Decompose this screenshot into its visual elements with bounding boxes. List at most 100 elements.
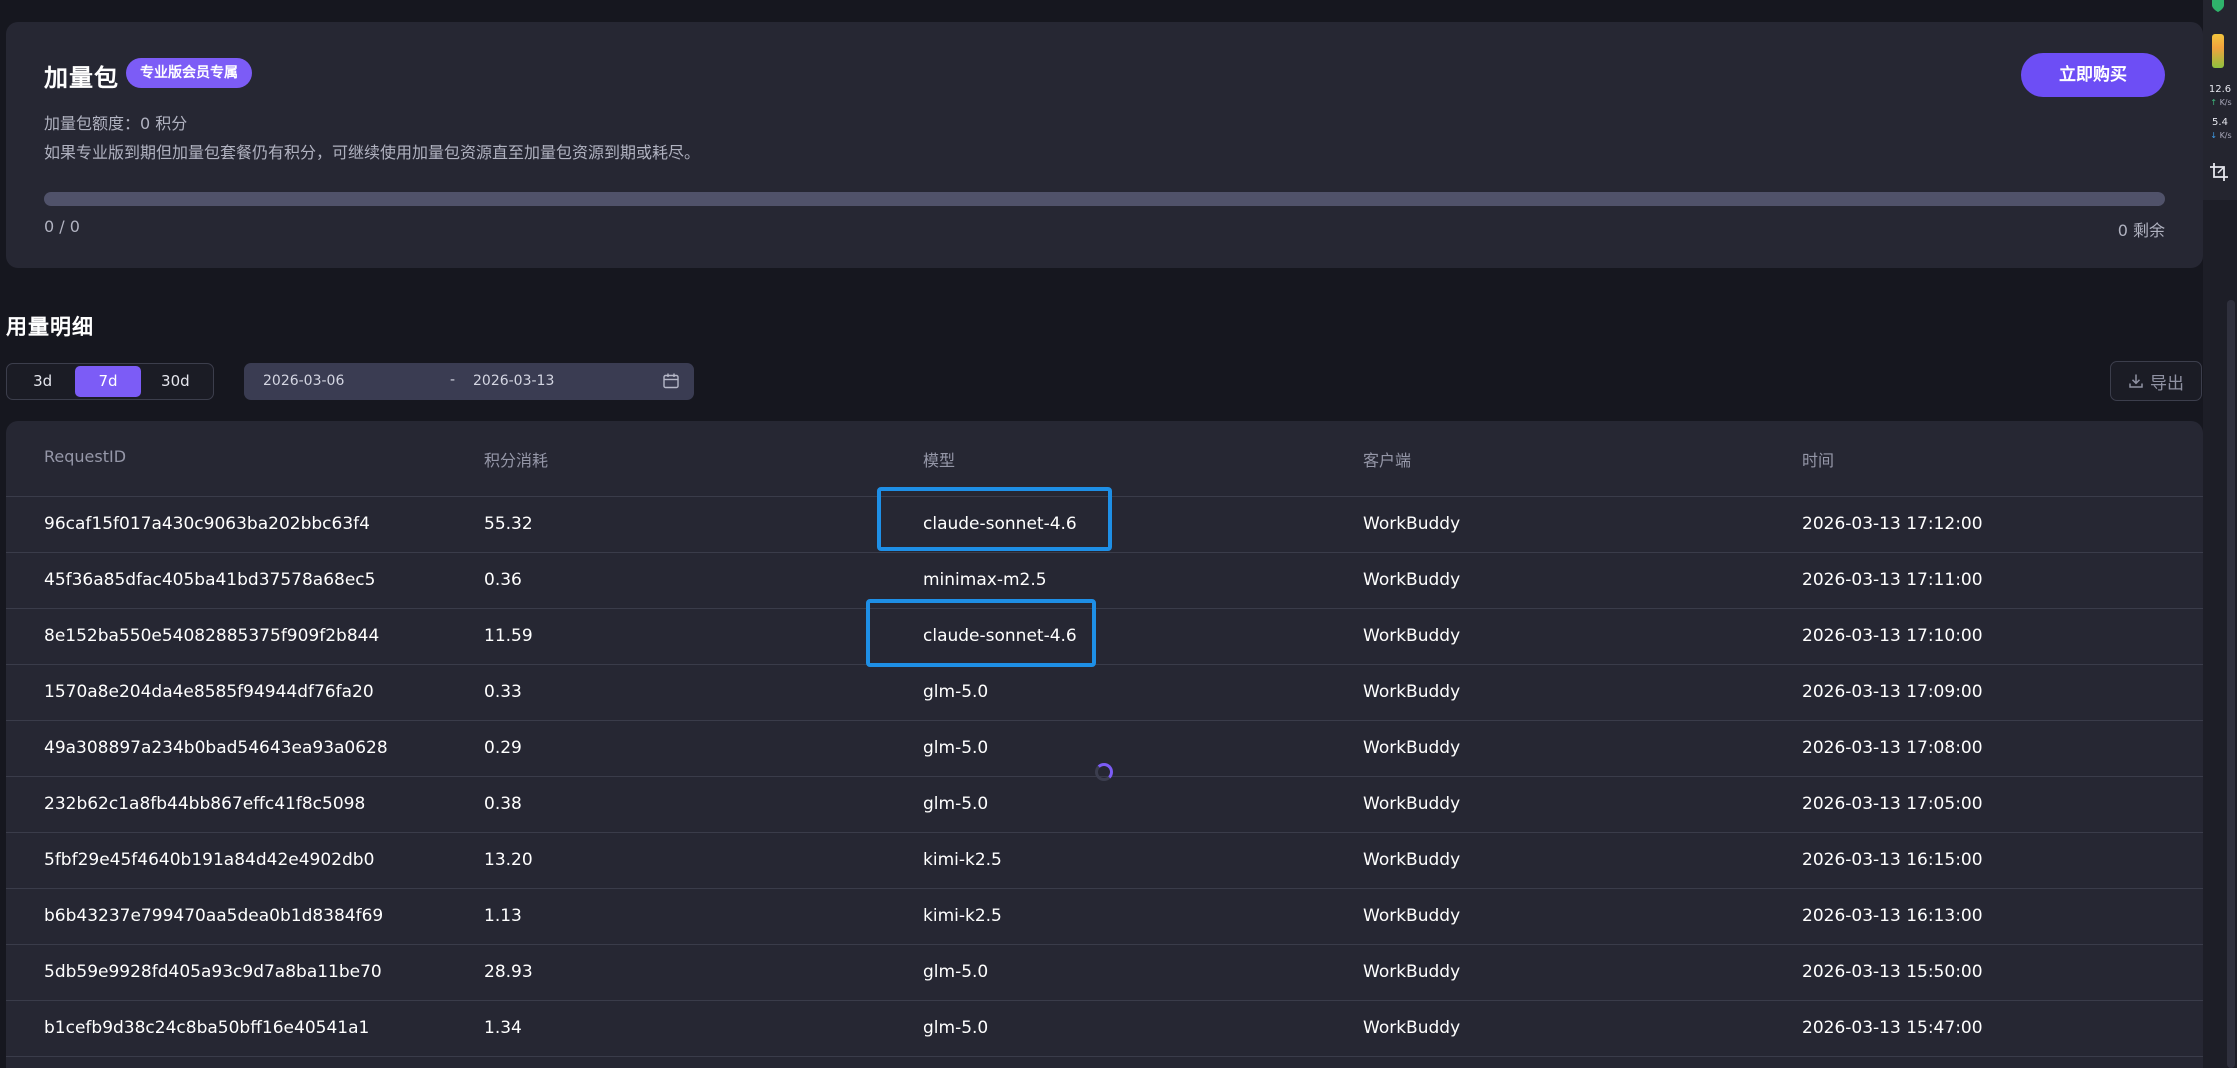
credits-cell: 0.33 (484, 682, 522, 702)
time-cell: 2026-03-13 17:10:00 (1802, 626, 1983, 646)
time-cell: 2026-03-13 15:50:00 (1802, 962, 1983, 982)
date-end-value[interactable]: 2026-03-13 (473, 373, 554, 389)
time-cell: 2026-03-13 17:05:00 (1802, 794, 1983, 814)
addon-quota-text: 加量包额度：0 积分 (44, 114, 188, 133)
client-cell: WorkBuddy (1363, 794, 1461, 814)
request-id-cell: 96caf15f017a430c9063ba202bbc63f4 (44, 514, 370, 534)
time-cell: 2026-03-13 15:47:00 (1802, 1018, 1983, 1038)
progress-remaining-text: 0 剩余 (2117, 221, 2165, 240)
upload-speed-value: 12.6 (2208, 84, 2232, 95)
header-time: 时间 (1802, 451, 1835, 470)
date-start-value[interactable]: 2026-03-06 (263, 373, 344, 389)
request-id-cell: 1570a8e204da4e8585f94944df76fa20 (44, 682, 374, 702)
calendar-icon[interactable] (662, 372, 680, 390)
addon-progress-bar (44, 192, 2165, 206)
request-id-cell: 232b62c1a8fb44bb867effc41f8c5098 (44, 794, 366, 814)
scrollbar-thumb[interactable] (2227, 300, 2235, 1068)
table-header: RequestID 积分消耗 模型 客户端 时间 (6, 421, 2203, 497)
range-30d-button[interactable]: 30d (141, 366, 210, 397)
client-cell: WorkBuddy (1363, 850, 1461, 870)
pro-member-badge: 专业版会员专属 (126, 58, 252, 88)
table-row: 8e152ba550e54082885375f909f2b844 11.59 cla… (6, 609, 2203, 665)
credits-cell: 0.38 (484, 794, 522, 814)
download-speed-value: 5.4 (2212, 117, 2228, 128)
table-row: 5db59e9928fd405a93c9d7a8ba11be70 28.93 glm… (6, 945, 2203, 1001)
model-cell: glm-5.0 (923, 794, 989, 814)
export-label: 导出 (2150, 373, 2184, 394)
time-cell: 2026-03-13 17:08:00 (1802, 738, 1983, 758)
shield-icon (2212, 0, 2224, 12)
range-3d-button[interactable]: 3d (10, 366, 75, 397)
model-cell: glm-5.0 (923, 962, 989, 982)
model-cell: claude-sonnet-4.6 (923, 626, 1077, 646)
model-cell: glm-5.0 (923, 682, 989, 702)
client-cell: WorkBuddy (1363, 570, 1461, 590)
usage-table: RequestID 积分消耗 模型 客户端 时间 96caf15f017a430… (6, 421, 2203, 1068)
header-model: 模型 (923, 451, 956, 470)
client-cell: WorkBuddy (1363, 626, 1461, 646)
client-cell: WorkBuddy (1363, 1018, 1461, 1038)
arrow-up-icon: ↑ (2210, 98, 2218, 107)
credits-cell: 1.13 (484, 906, 522, 926)
table-row: b6b43237e799470aa5dea0b1d8384f69 1.13 kimi… (6, 889, 2203, 945)
addon-card: 加量包 专业版会员专属 立即购买 加量包额度：0 积分 如果专业版到期但加量包套… (6, 22, 2203, 268)
time-range-toggle: 3d 7d 30d (6, 363, 214, 400)
date-separator: - (450, 372, 456, 388)
header-request-id: RequestID (44, 447, 127, 466)
credits-cell: 55.32 (484, 514, 533, 534)
table-row: 96caf15f017a430c9063ba202bbc63f4 55.32 cla… (6, 497, 2203, 553)
download-icon (2129, 374, 2143, 388)
buy-now-button[interactable]: 立即购买 (2021, 53, 2165, 97)
client-cell: WorkBuddy (1363, 738, 1461, 758)
request-id-cell: 5fbf29e45f4640b191a84d42e4902db0 (44, 850, 375, 870)
model-cell: kimi-k2.5 (923, 906, 1002, 926)
time-cell: 2026-03-13 17:12:00 (1802, 514, 1983, 534)
model-cell: claude-sonnet-4.6 (923, 514, 1077, 534)
time-cell: 2026-03-13 16:13:00 (1802, 906, 1983, 926)
credits-cell: 13.20 (484, 850, 533, 870)
client-cell: WorkBuddy (1363, 682, 1461, 702)
screenshot-crop-icon[interactable] (2209, 162, 2229, 182)
table-row: 5fbf29e45f4640b191a84d42e4902db0 13.20 kim… (6, 833, 2203, 889)
model-cell: glm-5.0 (923, 738, 989, 758)
model-cell: kimi-k2.5 (923, 850, 1002, 870)
loading-spinner-icon (1095, 763, 1113, 781)
time-cell: 2026-03-13 17:11:00 (1802, 570, 1983, 590)
table-row: 45f36a85dfac405ba41bd37578a68ec5 0.36 mini… (6, 553, 2203, 609)
model-cell: glm-5.0 (923, 1018, 989, 1038)
header-credits: 积分消耗 (484, 451, 549, 470)
battery-icon (2212, 34, 2224, 68)
page: 加量包 专业版会员专属 立即购买 加量包额度：0 积分 如果专业版到期但加量包套… (0, 0, 2237, 1068)
request-id-cell: 8e152ba550e54082885375f909f2b844 (44, 626, 380, 646)
table-row: 1570a8e204da4e8585f94944df76fa20 0.33 glm-… (6, 665, 2203, 721)
header-client: 客户端 (1363, 451, 1412, 470)
model-cell: minimax-m2.5 (923, 570, 1047, 590)
request-id-cell: 49a308897a234b0bad54643ea93a0628 (44, 738, 388, 758)
upload-speed-unit: ↑ K/s (2210, 98, 2232, 107)
scrollbar[interactable] (2227, 300, 2235, 1068)
range-7d-button[interactable]: 7d (75, 366, 141, 397)
credits-cell: 0.29 (484, 738, 522, 758)
time-cell: 2026-03-13 17:09:00 (1802, 682, 1983, 702)
time-cell: 2026-03-13 16:15:00 (1802, 850, 1983, 870)
arrow-down-icon: ↓ (2210, 131, 2218, 140)
credits-cell: 28.93 (484, 962, 533, 982)
usage-section-title: 用量明细 (6, 315, 94, 339)
addon-note-text: 如果专业版到期但加量包套餐仍有积分，可继续使用加量包资源直至加量包资源到期或耗尽… (44, 143, 701, 162)
client-cell: WorkBuddy (1363, 514, 1461, 534)
credits-cell: 11.59 (484, 626, 533, 646)
client-cell: WorkBuddy (1363, 906, 1461, 926)
download-speed-unit: ↓ K/s (2210, 131, 2232, 140)
client-cell: WorkBuddy (1363, 962, 1461, 982)
date-range-picker[interactable]: 2026-03-06 - 2026-03-13 (244, 363, 694, 400)
request-id-cell: b1cefb9d38c24c8ba50bff16e40541a1 (44, 1018, 370, 1038)
credits-cell: 1.34 (484, 1018, 522, 1038)
table-row: b1cefb9d38c24c8ba50bff16e40541a1 1.34 glm-… (6, 1001, 2203, 1057)
export-button[interactable]: 导出 (2110, 361, 2202, 401)
credits-cell: 0.36 (484, 570, 522, 590)
request-id-cell: 5db59e9928fd405a93c9d7a8ba11be70 (44, 962, 382, 982)
addon-title: 加量包 (44, 64, 119, 92)
top-strip (0, 0, 2203, 18)
request-id-cell: 45f36a85dfac405ba41bd37578a68ec5 (44, 570, 376, 590)
request-id-cell: b6b43237e799470aa5dea0b1d8384f69 (44, 906, 384, 926)
